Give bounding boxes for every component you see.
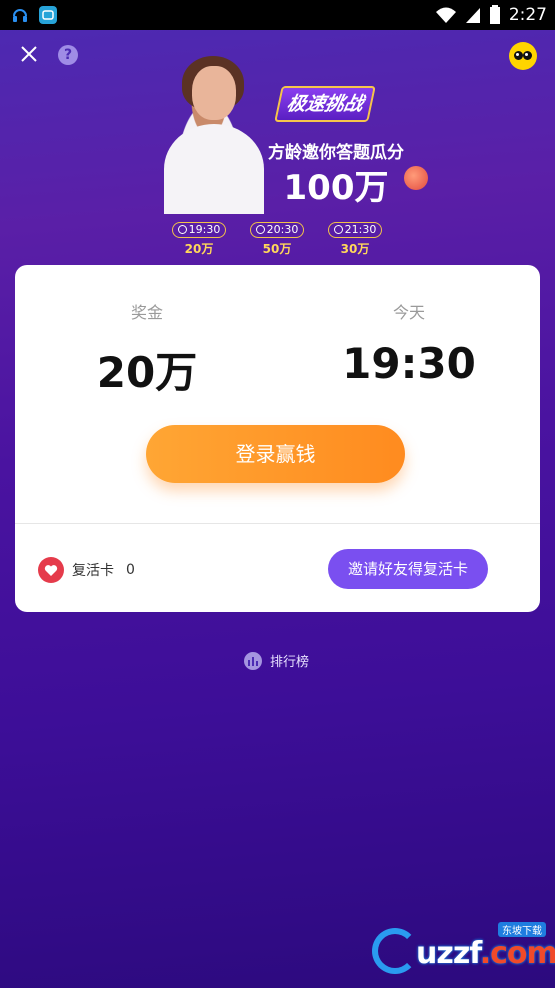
challenge-badge: 极速挑战 xyxy=(274,86,376,122)
schedule-time: 19:30 xyxy=(171,222,227,238)
mascot-icon[interactable] xyxy=(509,42,537,70)
watermark-dot: .com xyxy=(479,936,555,971)
revive-label: 复活卡 xyxy=(72,563,114,579)
status-bar: 2:27 xyxy=(0,0,555,30)
status-bar-left xyxy=(10,5,58,25)
schedule-item: 20:30 50万 xyxy=(247,222,307,257)
host-portrait xyxy=(154,52,264,214)
clock-icon xyxy=(333,225,343,234)
status-bar-right: 2:27 xyxy=(435,5,547,25)
game-card: 奖金 20万 今天 19:30 登录赢钱 复活卡 0 邀请好友得复活卡 xyxy=(15,265,540,612)
wifi-icon xyxy=(435,7,456,23)
watermark-logo-icon xyxy=(372,928,418,974)
headset-icon xyxy=(13,9,27,22)
watermark-main: uzzf xyxy=(416,936,481,971)
clock-icon xyxy=(255,225,265,234)
schedule-time-text: 21:30 xyxy=(344,223,377,236)
battery-icon xyxy=(489,5,500,24)
day-label: 今天 xyxy=(392,303,425,322)
watermark-text: uzzf.com xyxy=(416,936,555,971)
revive-card-info: 复活卡 0 xyxy=(38,557,135,583)
divider xyxy=(15,523,540,524)
mascot-eye-left xyxy=(514,51,523,60)
leaderboard-link[interactable]: 排行榜 xyxy=(244,651,309,670)
leaderboard-icon xyxy=(244,651,262,670)
schedule-time: 20:30 xyxy=(249,222,305,238)
host-face xyxy=(192,66,236,120)
site-watermark: uzzf.com 东坡下载 xyxy=(372,922,555,978)
host-body xyxy=(164,124,264,214)
leaderboard-label: 排行榜 xyxy=(270,655,310,670)
schedule-item: 19:30 20万 xyxy=(169,222,229,257)
time-value: 19:30 xyxy=(342,339,476,388)
close-button[interactable] xyxy=(18,44,40,66)
revive-count: 0 xyxy=(126,562,135,578)
schedule-prize: 50万 xyxy=(262,242,292,256)
decorative-orb xyxy=(404,166,428,190)
schedule-item: 21:30 30万 xyxy=(325,222,385,257)
schedule-time: 21:30 xyxy=(327,222,383,238)
prize-value: 20万 xyxy=(96,348,198,397)
prize-stat: 奖金 20万 xyxy=(47,299,247,400)
schedule-prize: 30万 xyxy=(340,242,370,256)
help-button[interactable]: ? xyxy=(58,45,78,65)
watermark-small: 东坡下载 xyxy=(498,922,546,937)
banner-amount: 100万 xyxy=(283,168,389,208)
schedule-time-text: 19:30 xyxy=(188,223,221,236)
clock-icon xyxy=(177,225,187,234)
close-icon xyxy=(21,46,37,62)
heart-shape xyxy=(44,564,58,576)
invite-button[interactable]: 邀请好友得复活卡 xyxy=(328,549,488,589)
time-stat: 今天 19:30 xyxy=(309,299,509,388)
prize-label: 奖金 xyxy=(130,303,163,322)
login-button[interactable]: 登录赢钱 xyxy=(146,425,405,483)
app-icon xyxy=(39,6,57,24)
mascot-eye-right xyxy=(523,51,532,60)
schedule-prize: 20万 xyxy=(184,242,214,256)
heart-icon xyxy=(38,557,64,583)
signal-icon xyxy=(465,8,480,23)
schedule-time-text: 20:30 xyxy=(266,223,299,236)
status-time: 2:27 xyxy=(508,5,547,25)
